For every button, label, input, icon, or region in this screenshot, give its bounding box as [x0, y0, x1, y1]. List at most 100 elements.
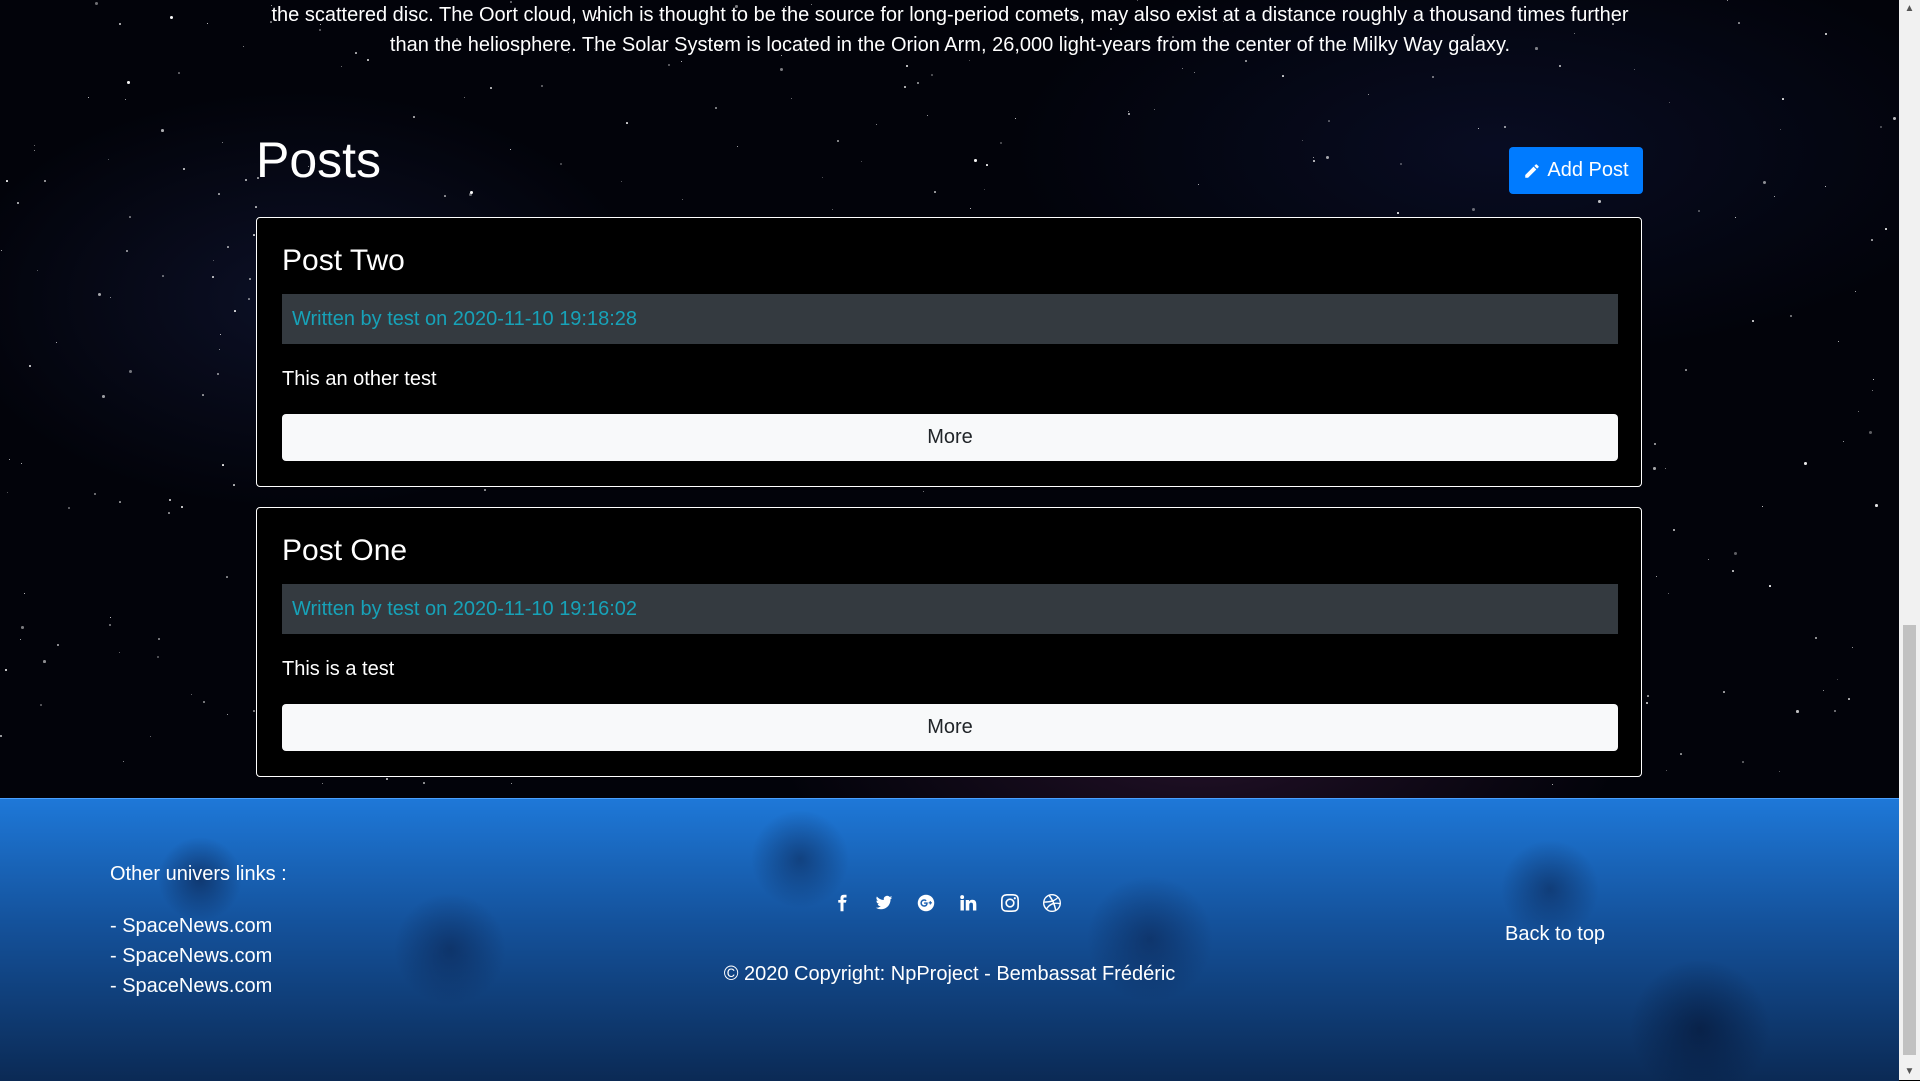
- star-dot: [1328, 120, 1330, 122]
- footer-link[interactable]: - SpaceNews.com: [110, 915, 272, 937]
- linkedin-icon[interactable]: [958, 893, 978, 913]
- star-dot: [233, 484, 235, 486]
- star-dot: [243, 46, 245, 48]
- post-title: Post Two: [282, 244, 405, 277]
- star-dot: [94, 493, 96, 495]
- star-dot: [1872, 390, 1874, 392]
- star-dot: [29, 365, 31, 367]
- links-heading: Other univers links :: [110, 863, 287, 885]
- footer: Other univers links : - SpaceNews.com - …: [0, 798, 1899, 1081]
- star-dot: [832, 209, 834, 211]
- star-dot: [974, 159, 977, 162]
- star-dot: [183, 168, 185, 170]
- star-dot: [1313, 160, 1315, 162]
- star-dot: [227, 714, 229, 716]
- intro-line-1: the scattered disc. The Oort cloud, whic…: [271, 4, 1629, 26]
- star-dot: [1194, 72, 1196, 74]
- more-button[interactable]: More: [282, 414, 1618, 461]
- star-dot: [181, 506, 183, 508]
- scroll-down-icon[interactable]: ▼: [1899, 1063, 1920, 1080]
- star-dot: [1245, 60, 1247, 62]
- star-dot: [219, 349, 221, 351]
- star-dot: [490, 87, 492, 89]
- star-dot: [1015, 118, 1017, 120]
- star-dot: [110, 617, 112, 619]
- dribbble-icon[interactable]: [1042, 893, 1062, 913]
- intro-text: the scattered disc. The Oort cloud, whic…: [255, 0, 1645, 60]
- star-dot: [1673, 529, 1676, 532]
- scrollbar-thumb[interactable]: [1903, 625, 1916, 1055]
- star-dot: [253, 710, 255, 712]
- more-button[interactable]: More: [282, 704, 1618, 751]
- star-dot: [20, 639, 22, 641]
- star-dot: [1282, 75, 1284, 77]
- star-dot: [386, 778, 388, 780]
- star-dot: [249, 278, 251, 280]
- star-dot: [469, 193, 472, 196]
- star-dot: [737, 146, 739, 148]
- scrollbar[interactable]: ▲ ▼: [1899, 0, 1920, 1080]
- star-dot: [227, 246, 229, 248]
- star-dot: [7, 492, 9, 494]
- twitter-icon[interactable]: [874, 893, 894, 913]
- post-meta: Written by test on 2020-11-10 19:18:28: [282, 294, 1618, 344]
- star-dot: [1804, 462, 1807, 465]
- star-dot: [1843, 441, 1845, 443]
- star-dot: [1559, 65, 1561, 67]
- star-dot: [1723, 691, 1725, 693]
- star-dot: [1182, 68, 1183, 69]
- facebook-icon[interactable]: [832, 893, 852, 913]
- star-dot: [191, 694, 193, 696]
- star-dot: [1665, 468, 1667, 470]
- star-dot: [0, 735, 2, 737]
- star-dot: [822, 177, 824, 179]
- star-dot: [1790, 315, 1792, 317]
- star-dot: [1128, 113, 1130, 115]
- star-dot: [158, 638, 160, 640]
- add-post-button[interactable]: Add Post: [1509, 147, 1643, 194]
- copyright-link[interactable]: © 2020 Copyright: NpProject - Bembassat …: [724, 963, 1176, 985]
- star-dot: [123, 761, 125, 763]
- star-dot: [969, 60, 971, 62]
- star-dot: [1504, 126, 1507, 129]
- star-dot: [218, 193, 220, 195]
- star-dot: [21, 626, 24, 629]
- star-dot: [1654, 443, 1656, 445]
- links-list: - SpaceNews.com - SpaceNews.com - SpaceN…: [110, 911, 272, 1001]
- star-dot: [98, 293, 102, 297]
- star-dot: [541, 85, 543, 87]
- star-dot: [1825, 33, 1827, 35]
- star-dot: [1780, 129, 1782, 131]
- star-dot: [1472, 208, 1476, 212]
- star-dot: [444, 195, 446, 197]
- star-dot: [861, 161, 863, 163]
- star-dot: [1552, 784, 1554, 786]
- list-item: - SpaceNews.com: [110, 911, 272, 941]
- star-dot: [1880, 126, 1882, 128]
- star-dot: [1368, 94, 1370, 96]
- post-body: This an other test: [282, 368, 437, 390]
- star-dot: [464, 97, 465, 98]
- star-dot: [1668, 593, 1670, 595]
- star-dot: [931, 74, 933, 76]
- back-to-top-link[interactable]: Back to top: [1505, 923, 1605, 946]
- star-dot: [1852, 647, 1854, 649]
- star-dot: [37, 270, 39, 272]
- add-post-label: Add Post: [1547, 159, 1629, 181]
- star-dot: [1400, 163, 1402, 165]
- instagram-icon[interactable]: [1000, 893, 1020, 913]
- star-dot: [681, 61, 683, 63]
- star-dot: [207, 23, 209, 25]
- post-meta: Written by test on 2020-11-10 19:16:02: [282, 584, 1618, 634]
- star-dot: [129, 370, 133, 374]
- star-dot: [169, 499, 171, 501]
- scroll-up-icon[interactable]: ▲: [1899, 0, 1920, 17]
- google-plus-icon[interactable]: [916, 893, 936, 913]
- star-dot: [109, 624, 112, 627]
- star-dot: [984, 189, 986, 191]
- star-dot: [129, 216, 131, 218]
- star-dot: [108, 159, 110, 161]
- star-dot: [791, 98, 793, 100]
- star-dot: [1326, 156, 1330, 160]
- star-dot: [906, 65, 908, 67]
